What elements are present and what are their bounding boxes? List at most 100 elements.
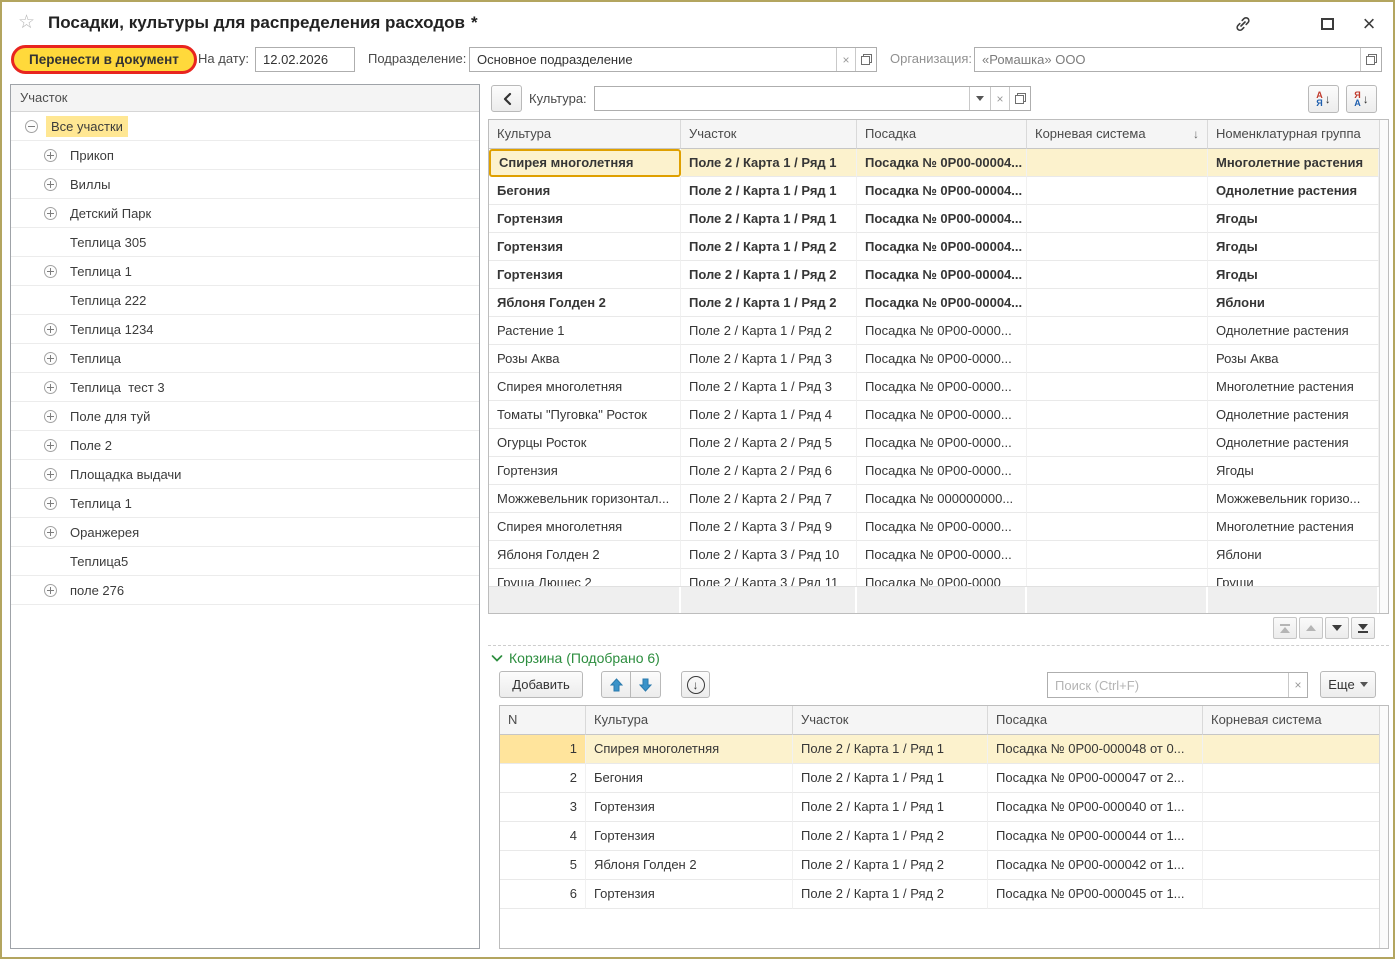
go-last-button[interactable] bbox=[1351, 617, 1375, 639]
planting-row[interactable]: Спирея многолетняяПоле 2 / Карта 3 / Ряд… bbox=[489, 513, 1379, 541]
basket-group-header[interactable]: Корзина (Подобрано 6) bbox=[491, 650, 660, 666]
tree-item-label: Теплица 1 bbox=[65, 493, 137, 514]
planting-row[interactable]: БегонияПоле 2 / Карта 1 / Ряд 1Посадка №… bbox=[489, 177, 1379, 205]
column-header-n[interactable]: N bbox=[500, 706, 586, 735]
planting-row[interactable]: Огурцы РостокПоле 2 / Карта 2 / Ряд 5Пос… bbox=[489, 429, 1379, 457]
transfer-to-document-button[interactable]: Перенести в документ bbox=[11, 45, 197, 74]
tree-item[interactable]: Оранжерея bbox=[11, 518, 479, 547]
go-down-button[interactable] bbox=[1325, 617, 1349, 639]
basket-vertical-scrollbar[interactable] bbox=[1379, 706, 1388, 948]
expand-icon[interactable] bbox=[44, 207, 57, 220]
go-first-button[interactable] bbox=[1273, 617, 1297, 639]
column-header-culture[interactable]: Культура bbox=[586, 706, 793, 735]
tree-item[interactable]: Теплица 1 bbox=[11, 489, 479, 518]
tree-item[interactable]: Детский Парк bbox=[11, 199, 479, 228]
back-button[interactable] bbox=[491, 85, 522, 112]
department-clear-icon[interactable]: × bbox=[836, 48, 855, 71]
planting-row[interactable]: Груша Дюшес 2Поле 2 / Карта 3 / Ряд 11По… bbox=[489, 569, 1379, 586]
expand-icon[interactable] bbox=[44, 352, 57, 365]
planting-row[interactable]: Томаты "Пуговка" РостокПоле 2 / Карта 1 … bbox=[489, 401, 1379, 429]
tree-item[interactable]: Виллы bbox=[11, 170, 479, 199]
vertical-scrollbar[interactable] bbox=[1379, 120, 1388, 613]
column-header-nomenclature-group[interactable]: Номенклатурная группа bbox=[1208, 120, 1379, 149]
column-header-planting[interactable]: Посадка bbox=[988, 706, 1203, 735]
expand-icon[interactable] bbox=[44, 497, 57, 510]
pick-load-button[interactable]: ↓ bbox=[681, 671, 710, 698]
column-header-plot[interactable]: Участок bbox=[793, 706, 988, 735]
tree-item[interactable]: Поле 2 bbox=[11, 431, 479, 460]
organization-choose-icon[interactable] bbox=[1360, 48, 1381, 71]
tree-item[interactable]: Площадка выдачи bbox=[11, 460, 479, 489]
expand-icon[interactable] bbox=[44, 178, 57, 191]
move-up-button[interactable] bbox=[601, 671, 631, 698]
restore-window-icon[interactable] bbox=[1317, 14, 1337, 34]
tree-item[interactable]: Все участки bbox=[11, 112, 479, 141]
more-menu-icon[interactable] bbox=[1275, 14, 1295, 34]
department-choose-icon[interactable] bbox=[855, 48, 876, 71]
go-up-button[interactable] bbox=[1299, 617, 1323, 639]
expand-icon[interactable] bbox=[44, 410, 57, 423]
expand-icon[interactable] bbox=[44, 381, 57, 394]
expand-icon[interactable] bbox=[44, 468, 57, 481]
search-input[interactable] bbox=[1048, 673, 1288, 697]
planting-row[interactable]: ГортензияПоле 2 / Карта 1 / Ряд 2Посадка… bbox=[489, 233, 1379, 261]
planting-row[interactable]: ГортензияПоле 2 / Карта 1 / Ряд 1Посадка… bbox=[489, 205, 1379, 233]
planting-row[interactable]: Яблоня Голден 2Поле 2 / Карта 1 / Ряд 2П… bbox=[489, 289, 1379, 317]
date-input[interactable] bbox=[256, 48, 354, 71]
tree-item[interactable]: поле 276 bbox=[11, 576, 479, 605]
add-button[interactable]: Добавить bbox=[499, 671, 583, 698]
horizontal-splitter[interactable] bbox=[488, 645, 1389, 646]
column-header-plot[interactable]: Участок bbox=[681, 120, 857, 149]
tree-item[interactable]: Теплица 222 bbox=[11, 286, 479, 315]
sort-descending-button[interactable]: ЯА↓ bbox=[1346, 85, 1377, 113]
culture-filter-input[interactable] bbox=[595, 87, 969, 110]
column-header-planting[interactable]: Посадка bbox=[857, 120, 1027, 149]
close-icon[interactable]: × bbox=[1359, 14, 1379, 34]
tree-item[interactable]: Теплица bbox=[11, 344, 479, 373]
collapse-icon[interactable] bbox=[25, 120, 38, 133]
basket-row[interactable]: 3ГортензияПоле 2 / Карта 1 / Ряд 1Посадк… bbox=[500, 793, 1379, 822]
planting-row[interactable]: Спирея многолетняяПоле 2 / Карта 1 / Ряд… bbox=[489, 373, 1379, 401]
planting-row[interactable]: ГортензияПоле 2 / Карта 2 / Ряд 6Посадка… bbox=[489, 457, 1379, 485]
expand-icon[interactable] bbox=[44, 323, 57, 336]
planting-cell bbox=[1027, 513, 1208, 541]
planting-row[interactable]: Яблоня Голден 2Поле 2 / Карта 3 / Ряд 10… bbox=[489, 541, 1379, 569]
culture-choose-icon[interactable] bbox=[1009, 87, 1030, 110]
column-header-culture[interactable]: Культура bbox=[489, 120, 681, 149]
culture-clear-icon[interactable]: × bbox=[990, 87, 1009, 110]
tree-item[interactable]: Теплица 305 bbox=[11, 228, 479, 257]
expand-icon[interactable] bbox=[44, 584, 57, 597]
tree-item[interactable]: Теплица5 bbox=[11, 547, 479, 576]
expand-icon[interactable] bbox=[44, 439, 57, 452]
planting-row[interactable]: Можжевельник горизонтал...Поле 2 / Карта… bbox=[489, 485, 1379, 513]
planting-row[interactable]: Спирея многолетняяПоле 2 / Карта 1 / Ряд… bbox=[489, 149, 1379, 177]
tree-item[interactable]: Теплица 1 bbox=[11, 257, 479, 286]
column-header-root-system[interactable]: Корневая система↓ bbox=[1027, 120, 1208, 149]
expand-icon[interactable] bbox=[44, 526, 57, 539]
favorite-star-icon[interactable]: ☆ bbox=[18, 11, 35, 34]
planting-row[interactable]: Розы АкваПоле 2 / Карта 1 / Ряд 3Посадка… bbox=[489, 345, 1379, 373]
expand-icon[interactable] bbox=[44, 149, 57, 162]
column-header-root-system[interactable]: Корневая система bbox=[1203, 706, 1379, 735]
tree-item[interactable]: Теплица 1234 bbox=[11, 315, 479, 344]
organization-input[interactable] bbox=[975, 48, 1360, 71]
culture-dropdown-icon[interactable] bbox=[969, 87, 990, 110]
tree-item[interactable]: Поле для туй bbox=[11, 402, 479, 431]
expand-icon[interactable] bbox=[44, 265, 57, 278]
more-actions-button[interactable]: Еще bbox=[1320, 671, 1376, 698]
basket-row[interactable]: 2БегонияПоле 2 / Карта 1 / Ряд 1Посадка … bbox=[500, 764, 1379, 793]
planting-row[interactable]: Растение 1Поле 2 / Карта 1 / Ряд 2Посадк… bbox=[489, 317, 1379, 345]
basket-row[interactable]: 5Яблоня Голден 2Поле 2 / Карта 1 / Ряд 2… bbox=[500, 851, 1379, 880]
sort-ascending-button[interactable]: АЯ↓ bbox=[1308, 85, 1339, 113]
planting-cell: Спирея многолетняя bbox=[489, 149, 681, 177]
basket-row[interactable]: 4ГортензияПоле 2 / Карта 1 / Ряд 2Посадк… bbox=[500, 822, 1379, 851]
search-clear-icon[interactable]: × bbox=[1288, 673, 1307, 697]
basket-row[interactable]: 6ГортензияПоле 2 / Карта 1 / Ряд 2Посадк… bbox=[500, 880, 1379, 909]
department-input[interactable] bbox=[470, 48, 836, 71]
basket-row[interactable]: 1Спирея многолетняяПоле 2 / Карта 1 / Ря… bbox=[500, 735, 1379, 764]
tree-item[interactable]: Прикоп bbox=[11, 141, 479, 170]
link-icon[interactable] bbox=[1233, 14, 1253, 34]
move-down-button[interactable] bbox=[631, 671, 661, 698]
planting-row[interactable]: ГортензияПоле 2 / Карта 1 / Ряд 2Посадка… bbox=[489, 261, 1379, 289]
tree-item[interactable]: Теплица тест 3 bbox=[11, 373, 479, 402]
